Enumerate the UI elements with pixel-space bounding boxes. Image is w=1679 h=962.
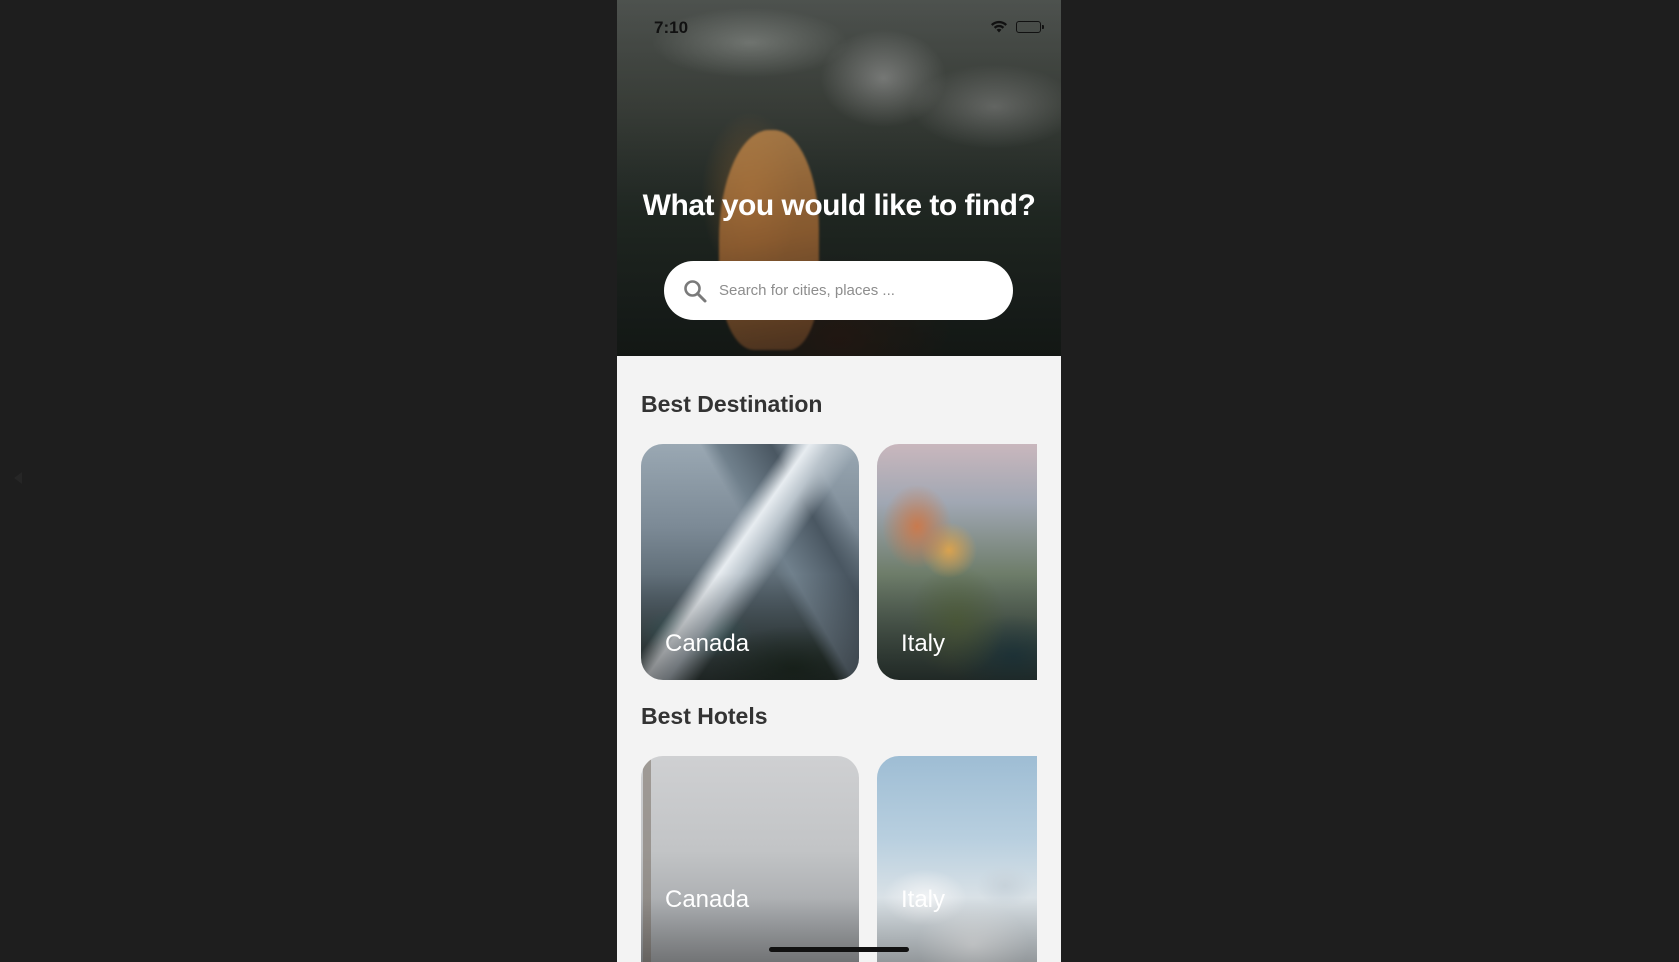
home-indicator[interactable] [769,947,909,952]
hotel-card-canada[interactable]: Canada [641,756,859,962]
card-label: Italy [901,630,946,657]
search-icon [682,278,708,304]
phone-screen: 7:10 What you would like to find? Search… [617,0,1061,962]
hotel-card-italy[interactable]: Italy [877,756,1037,962]
collapse-arrow-icon[interactable] [14,472,22,484]
destination-card-italy[interactable]: Italy [877,444,1037,680]
status-bar: 7:10 [617,0,1061,52]
hero-title: What you would like to find? [642,189,1036,222]
card-label: Canada [665,886,750,913]
section-title-best-hotels: Best Hotels [641,703,768,729]
battery-icon [1016,20,1044,33]
app-canvas: 7:10 What you would like to find? Search… [0,0,1679,962]
status-time: 7:10 [654,18,689,37]
card-label: Italy [901,886,946,913]
destination-card-canada[interactable]: Canada [641,444,859,680]
wifi-icon [990,20,1008,33]
section-title-best-destination: Best Destination [641,391,823,417]
search-input[interactable] [719,282,989,299]
card-label: Canada [665,630,750,657]
search-bar[interactable] [664,261,1013,320]
status-icons [990,20,1044,33]
